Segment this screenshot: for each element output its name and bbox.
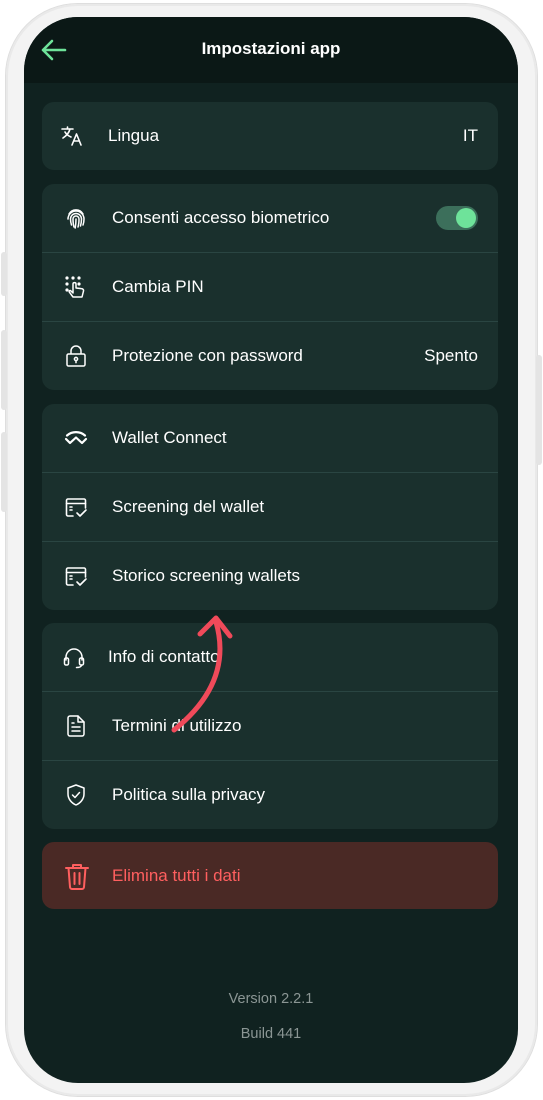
password-label: Protezione con password	[112, 346, 303, 365]
password-row[interactable]: Protezione con password Spento	[42, 322, 498, 390]
page-title: Impostazioni app	[201, 39, 341, 58]
language-label: Lingua	[108, 126, 160, 145]
build-text: Build 441	[240, 1026, 302, 1042]
translate-icon	[61, 126, 82, 146]
wallet-card: Wallet Connect Screening del wallet Stor…	[42, 404, 498, 610]
change-pin-label: Cambia PIN	[112, 277, 204, 296]
wallet-connect-label: Wallet Connect	[112, 428, 227, 447]
top-bar: Impostazioni app	[24, 17, 518, 83]
shield-check-icon	[67, 784, 85, 806]
privacy-row[interactable]: Politica sulla privacy	[42, 761, 498, 829]
app-screen: Impostazioni app Lingua IT Consenti acce…	[24, 17, 518, 1083]
version-text: Version 2.2.1	[228, 991, 314, 1007]
walletconnect-icon	[64, 431, 88, 445]
privacy-label: Politica sulla privacy	[112, 785, 266, 804]
fingerprint-icon	[67, 209, 85, 229]
language-card: Lingua IT	[42, 102, 498, 170]
toggle-knob	[456, 208, 476, 228]
delete-all-data-button[interactable]: Elimina tutti i dati	[42, 842, 498, 909]
phone-side-button	[1, 252, 7, 296]
screening-icon	[65, 498, 87, 517]
biometric-row[interactable]: Consenti accesso biometrico	[42, 184, 498, 253]
terms-row[interactable]: Termini di utilizzo	[42, 692, 498, 761]
screening-history-row[interactable]: Storico screening wallets	[42, 542, 498, 610]
biometric-toggle[interactable]	[436, 206, 478, 230]
document-icon	[67, 715, 85, 737]
screening-history-icon	[65, 567, 87, 586]
wallet-screening-label: Screening del wallet	[112, 497, 265, 516]
contact-info-row[interactable]: Info di contatto	[42, 623, 498, 692]
phone-volume-up	[1, 330, 7, 410]
wallet-connect-row[interactable]: Wallet Connect	[42, 404, 498, 473]
headset-icon	[63, 648, 85, 669]
annotation-arrow-icon	[171, 615, 233, 733]
language-row[interactable]: Lingua IT	[42, 102, 498, 170]
trash-icon	[65, 864, 89, 890]
phone-volume-down	[1, 432, 7, 512]
biometric-label: Consenti accesso biometrico	[112, 208, 330, 227]
lock-icon	[66, 345, 86, 367]
password-value: Spento	[424, 346, 478, 365]
phone-power-button	[536, 355, 542, 465]
wallet-screening-row[interactable]: Screening del wallet	[42, 473, 498, 542]
keypad-tap-icon	[65, 276, 85, 298]
delete-all-data-label: Elimina tutti i dati	[112, 866, 241, 885]
screening-history-label: Storico screening wallets	[112, 566, 301, 585]
language-value: IT	[462, 126, 478, 145]
info-card: Info di contatto Termini di utilizzo Pol…	[42, 623, 498, 829]
security-card: Consenti accesso biometrico Cambia PIN P…	[42, 184, 498, 390]
change-pin-row[interactable]: Cambia PIN	[42, 253, 498, 322]
